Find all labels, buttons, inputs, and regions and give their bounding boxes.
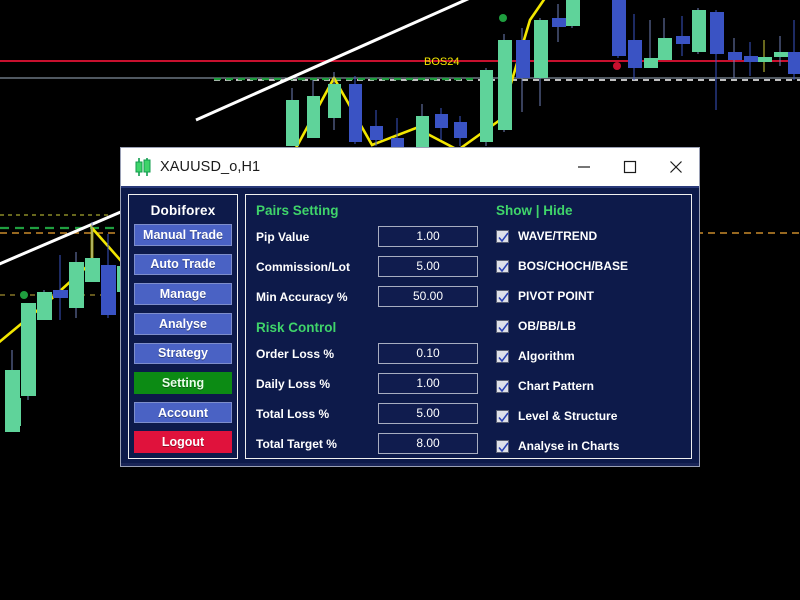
toggle-row-pivot-point[interactable]: PIVOT POINT: [496, 285, 681, 307]
buy-dot: [499, 14, 507, 22]
toggle-label: Analyse in Charts: [518, 439, 620, 453]
sidebar-item-label: Analyse: [159, 316, 207, 331]
checkbox-checked-icon[interactable]: [496, 289, 509, 303]
sidebar-item-setting[interactable]: Setting: [134, 372, 232, 394]
daily-loss-input[interactable]: 1.00: [378, 373, 478, 394]
checkbox-checked-icon[interactable]: [496, 409, 509, 423]
field-label: Total Loss %: [256, 406, 330, 421]
toggle-row-ob-bb-lb[interactable]: OB/BB/LB: [496, 315, 681, 337]
checkbox-checked-icon[interactable]: [496, 439, 509, 453]
toggle-label: Algorithm: [518, 349, 575, 363]
sidebar-item-analyse[interactable]: Analyse: [134, 312, 232, 335]
toggle-label: BOS/CHOCH/BASE: [518, 259, 629, 273]
field-row-daily-loss: Daily Loss % 1.00: [256, 372, 478, 395]
settings-dialog: XAUUSD_o,H1 Dobiforex Manual Trade Auto …: [121, 148, 699, 466]
field-label: Min Accuracy %: [256, 289, 348, 304]
sidebar-nav: Dobiforex Manual Trade Auto Trade Manage…: [128, 194, 238, 459]
toggle-label: OB/BB/LB: [518, 319, 576, 333]
toggle-label: PIVOT POINT: [518, 289, 595, 303]
checkbox-checked-icon[interactable]: [496, 229, 509, 243]
sidebar-item-manage[interactable]: Manage: [134, 283, 232, 305]
toggle-row-level-structure[interactable]: Level & Structure: [496, 405, 681, 427]
sidebar-item-account[interactable]: Account: [134, 401, 232, 424]
sidebar-item-label: Account: [158, 405, 208, 420]
sidebar-item-logout[interactable]: Logout: [134, 431, 232, 453]
sidebar-item-label: Manual Trade: [143, 227, 223, 242]
risk-control-title: Risk Control: [256, 320, 337, 335]
pip-value-input[interactable]: 1.00: [378, 226, 478, 247]
field-label: Commission/Lot: [256, 259, 351, 274]
candlestick-icon: [134, 157, 152, 177]
checkbox-checked-icon[interactable]: [496, 259, 509, 273]
field-label: Daily Loss %: [256, 376, 331, 391]
pairs-setting-title: Pairs Setting: [256, 203, 339, 218]
field-row-min-accuracy: Min Accuracy % 50.00: [256, 285, 478, 308]
total-target-input[interactable]: 8.00: [378, 433, 478, 454]
field-label: Total Target %: [256, 436, 337, 451]
commission-lot-input[interactable]: 5.00: [378, 256, 478, 277]
toggle-label: Chart Pattern: [518, 379, 595, 393]
maximize-icon[interactable]: [607, 149, 653, 186]
buy-dot-left: [20, 291, 28, 299]
field-row-total-loss: Total Loss % 5.00: [256, 402, 478, 425]
field-label: Pip Value: [256, 229, 310, 244]
toggle-row-bos-choch-base[interactable]: BOS/CHOCH/BASE: [496, 255, 681, 277]
settings-fields-column: Pairs Setting Pip Value 1.00 Commission/…: [256, 202, 478, 455]
show-hide-title: Show | Hide: [496, 203, 573, 218]
checkbox-checked-icon[interactable]: [496, 379, 509, 393]
sidebar-item-label: Setting: [161, 375, 205, 390]
field-label: Order Loss %: [256, 346, 335, 361]
sell-dot: [613, 62, 621, 70]
order-loss-input[interactable]: 0.10: [378, 343, 478, 364]
settings-panel: Pairs Setting Pip Value 1.00 Commission/…: [245, 194, 692, 459]
checkbox-checked-icon[interactable]: [496, 349, 509, 363]
toggle-label: Level & Structure: [518, 409, 618, 423]
field-row-total-target: Total Target % 8.00: [256, 432, 478, 455]
sidebar-item-manual-trade[interactable]: Manual Trade: [134, 224, 232, 246]
candle-group-right: [498, 0, 800, 132]
field-row-pip-value: Pip Value 1.00: [256, 225, 478, 248]
toggle-row-wave-trend[interactable]: WAVE/TREND: [496, 225, 681, 247]
dialog-titlebar[interactable]: XAUUSD_o,H1: [121, 148, 699, 187]
total-loss-input[interactable]: 5.00: [378, 403, 478, 424]
window-title: XAUUSD_o,H1: [160, 159, 261, 175]
dialog-body: Dobiforex Manual Trade Auto Trade Manage…: [121, 186, 699, 466]
app-root: BOS24 XAUUSD_o,H1 Dobiforex Manual Trade…: [0, 0, 800, 600]
bos24-label: BOS24: [424, 56, 460, 68]
sidebar-item-auto-trade[interactable]: Auto Trade: [134, 253, 232, 276]
toggle-row-chart-pattern[interactable]: Chart Pattern: [496, 375, 681, 397]
close-icon[interactable]: [653, 149, 699, 186]
field-row-commission-lot: Commission/Lot 5.00: [256, 255, 478, 278]
sidebar-item-strategy[interactable]: Strategy: [134, 342, 232, 365]
checkbox-checked-icon[interactable]: [496, 319, 509, 333]
sidebar-item-label: Logout: [161, 435, 205, 450]
show-hide-column: Show | Hide WAVE/TREND BOS/CHOCH/BASE PI…: [478, 202, 681, 453]
sidebar-item-label: Strategy: [157, 346, 209, 361]
toggle-row-algorithm[interactable]: Algorithm: [496, 345, 681, 367]
field-row-order-loss: Order Loss % 0.10: [256, 342, 478, 365]
sidebar-item-label: Auto Trade: [150, 257, 216, 272]
sidebar-item-label: Manage: [159, 287, 207, 302]
minimize-icon[interactable]: [561, 149, 607, 186]
toggle-label: WAVE/TREND: [518, 229, 598, 243]
brand-label: Dobiforex: [150, 203, 216, 218]
toggle-row-analyse-in-charts[interactable]: Analyse in Charts: [496, 435, 681, 457]
min-accuracy-input[interactable]: 50.00: [378, 286, 478, 307]
